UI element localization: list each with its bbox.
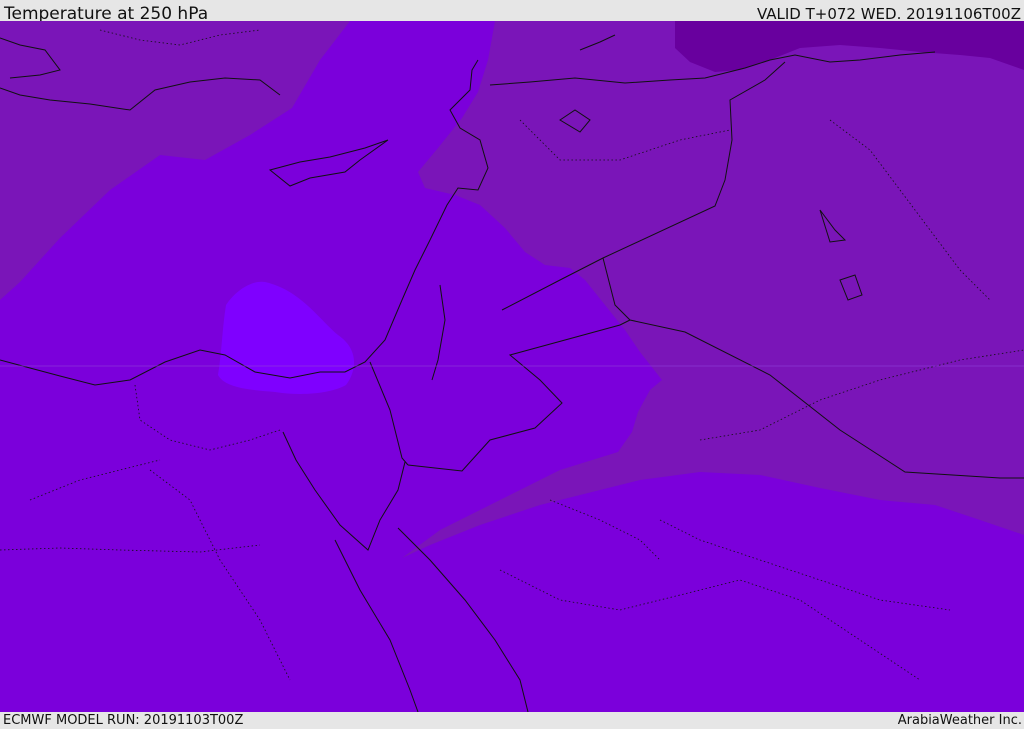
footer-bar: ECMWF MODEL RUN: 20191103T00Z ArabiaWeat… — [0, 712, 1024, 729]
credit-label: ArabiaWeather Inc. — [897, 713, 1022, 728]
model-run-label: ECMWF MODEL RUN: 20191103T00Z — [3, 713, 244, 728]
header-bar: Temperature at 250 hPa VALID T+072 WED. … — [0, 0, 1024, 24]
temperature-map[interactable] — [0, 21, 1024, 712]
